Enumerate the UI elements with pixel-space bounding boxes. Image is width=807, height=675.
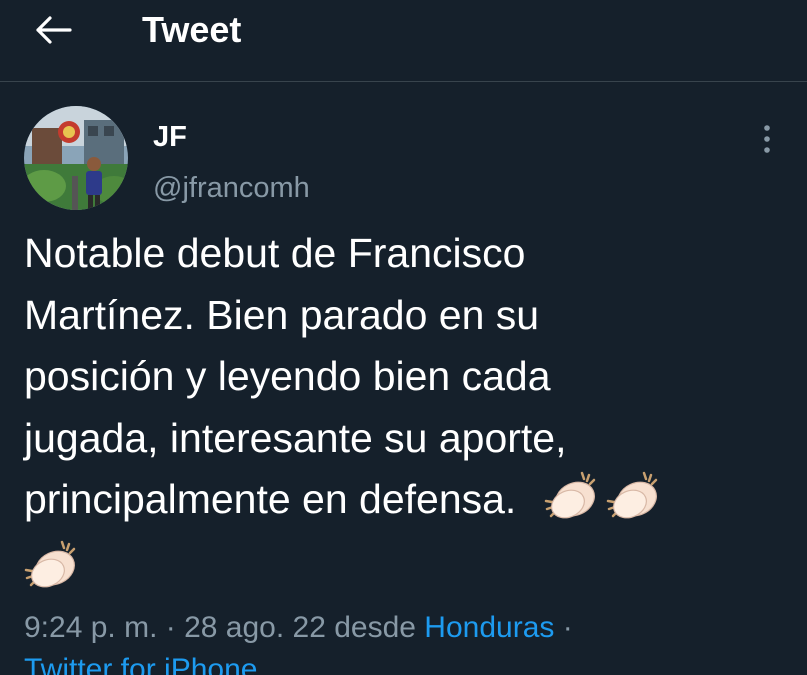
tweet-date[interactable]: 28 ago. 22 <box>184 611 326 644</box>
clapping-hands-icon <box>22 538 80 592</box>
arrow-left-icon <box>36 16 72 44</box>
location-link[interactable]: Honduras <box>424 611 554 644</box>
author-handle[interactable]: @jfrancomh <box>153 170 310 206</box>
tweet-time[interactable]: 9:24 p. m. <box>24 611 157 644</box>
page-title: Tweet <box>142 9 242 50</box>
clapping-hands-icon <box>604 469 662 523</box>
clapping-hands-icon <box>542 469 600 523</box>
tweet-text-line: principalmente en defensa. <box>24 476 517 522</box>
emoji-line <box>22 538 80 598</box>
separator: · <box>157 611 185 644</box>
tweet-text-line: Notable debut de Francisco <box>24 230 526 276</box>
tweet-text-line: posición y leyendo bien cada <box>24 353 551 399</box>
separator: · <box>554 611 573 644</box>
top-bar: Tweet <box>0 0 807 82</box>
tweet-text: Notable debut de Francisco Martínez. Bie… <box>24 223 794 531</box>
author-name[interactable]: JF <box>153 119 187 155</box>
source-link[interactable]: Twitter for iPhone <box>24 650 257 675</box>
tweet-meta: 9:24 p. m. · 28 ago. 22 desde Honduras · <box>24 608 573 648</box>
vertical-ellipsis-icon <box>764 125 770 153</box>
avatar[interactable] <box>24 106 128 210</box>
tweet-text-line: Martínez. Bien parado en su <box>24 291 540 338</box>
from-label: desde <box>325 611 425 644</box>
tweet-text-line: jugada, interesante su aporte, <box>24 414 567 461</box>
back-button[interactable] <box>30 10 76 50</box>
more-options-button[interactable] <box>754 122 780 156</box>
avatar-photo <box>24 106 128 210</box>
